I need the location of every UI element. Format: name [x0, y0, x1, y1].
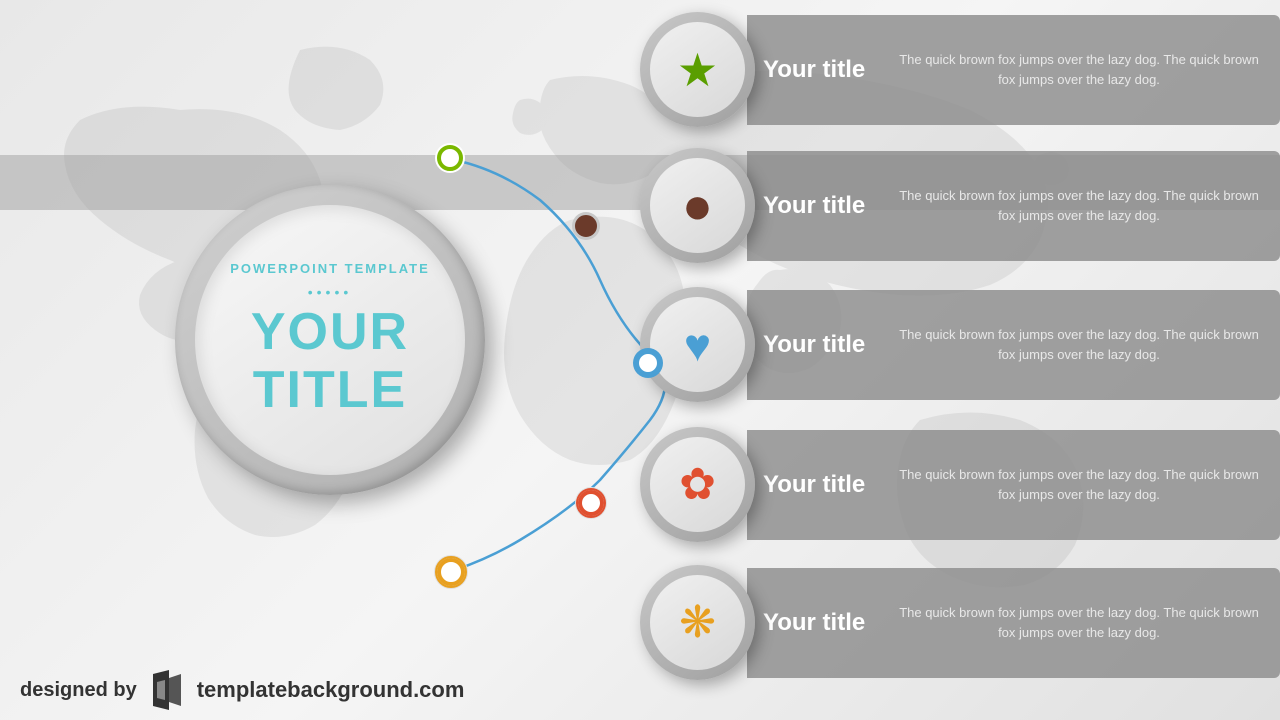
- item-icon-5: ❋: [679, 597, 716, 648]
- item-icon-1: ★: [677, 43, 718, 97]
- footer: designed by templatebackground.com: [20, 670, 464, 710]
- office-logo-icon: [149, 670, 185, 710]
- item-icon-wrap-4: ✿: [640, 427, 755, 542]
- item-icon-wrap-5: ❋: [640, 565, 755, 680]
- item-desc-4: The quick brown fox jumps over the lazy …: [898, 465, 1260, 504]
- item-circle-inner-3: ♥: [650, 297, 745, 392]
- node-dot-1: [437, 145, 463, 171]
- item-circle-outer-2: ●: [640, 148, 755, 263]
- item-title-5: Your title: [763, 609, 878, 637]
- content-item-3: ♥ Your title The quick brown fox jumps o…: [640, 287, 1280, 402]
- footer-url-label: templatebackground.com: [197, 677, 465, 703]
- circle-subtitle: POWERPOINT TEMPLATE: [230, 261, 430, 276]
- item-title-2: Your title: [763, 192, 878, 220]
- item-circle-outer-5: ❋: [640, 565, 755, 680]
- node-dot-2: [575, 215, 597, 237]
- item-desc-5: The quick brown fox jumps over the lazy …: [898, 603, 1260, 642]
- content-item-1: ★ Your title The quick brown fox jumps o…: [640, 12, 1280, 127]
- item-desc-3: The quick brown fox jumps over the lazy …: [898, 325, 1260, 364]
- item-circle-outer-1: ★: [640, 12, 755, 127]
- footer-designed-label: designed by: [20, 679, 137, 702]
- item-text-3: Your title The quick brown fox jumps ove…: [747, 290, 1280, 400]
- item-icon-3: ♥: [684, 318, 711, 372]
- main-circle-inner: POWERPOINT TEMPLATE ••••• YOURTITLE: [195, 205, 465, 475]
- item-icon-wrap-3: ♥: [640, 287, 755, 402]
- item-icon-2: ●: [682, 176, 713, 236]
- item-text-1: Your title The quick brown fox jumps ove…: [747, 15, 1280, 125]
- content-item-5: ❋ Your title The quick brown fox jumps o…: [640, 565, 1280, 680]
- item-text-5: Your title The quick brown fox jumps ove…: [747, 568, 1280, 678]
- item-icon-4: ✿: [679, 459, 716, 510]
- item-desc-1: The quick brown fox jumps over the lazy …: [898, 50, 1260, 89]
- item-desc-2: The quick brown fox jumps over the lazy …: [898, 186, 1260, 225]
- item-circle-inner-5: ❋: [650, 575, 745, 670]
- main-circle: POWERPOINT TEMPLATE ••••• YOURTITLE: [175, 185, 485, 495]
- circle-title: YOURTITLE: [251, 304, 409, 418]
- item-text-2: Your title The quick brown fox jumps ove…: [747, 151, 1280, 261]
- content-item-4: ✿ Your title The quick brown fox jumps o…: [640, 427, 1280, 542]
- content-items: ★ Your title The quick brown fox jumps o…: [600, 0, 1280, 720]
- item-text-4: Your title The quick brown fox jumps ove…: [747, 430, 1280, 540]
- item-circle-inner-1: ★: [650, 22, 745, 117]
- item-circle-inner-4: ✿: [650, 437, 745, 532]
- node-dot-5: [437, 558, 465, 586]
- node-dot-3: [635, 350, 661, 376]
- content-item-2: ● Your title The quick brown fox jumps o…: [640, 148, 1280, 263]
- node-dot-4: [578, 490, 604, 516]
- item-circle-outer-4: ✿: [640, 427, 755, 542]
- circle-dots: •••••: [308, 284, 353, 300]
- item-icon-wrap-1: ★: [640, 12, 755, 127]
- item-circle-outer-3: ♥: [640, 287, 755, 402]
- item-title-4: Your title: [763, 471, 878, 499]
- item-title-1: Your title: [763, 56, 878, 84]
- item-title-3: Your title: [763, 331, 878, 359]
- item-icon-wrap-2: ●: [640, 148, 755, 263]
- item-circle-inner-2: ●: [650, 158, 745, 253]
